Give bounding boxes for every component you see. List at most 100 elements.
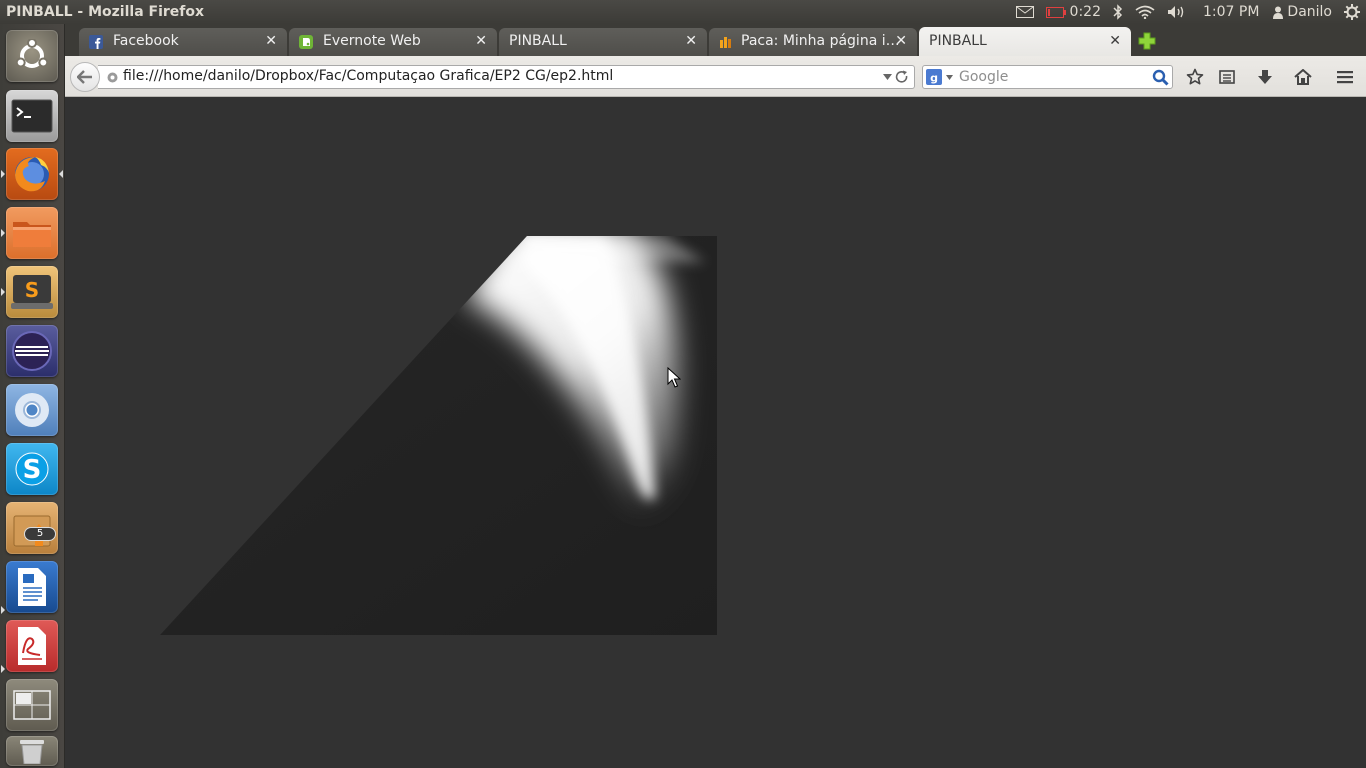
ubuntu-logo-icon: [15, 39, 49, 68]
running-indicator: [1, 170, 5, 178]
page-content: [65, 97, 1366, 768]
url-text[interactable]: file:///home/danilo/Dropbox/Fac/Computaç…: [123, 68, 613, 84]
bookmark-star-button[interactable]: [1183, 66, 1207, 88]
running-indicator: [1, 229, 5, 237]
home-icon: [1294, 69, 1312, 85]
close-icon[interactable]: ✕: [1109, 33, 1121, 49]
launcher-dash-home[interactable]: [6, 30, 58, 82]
launcher-eclipse[interactable]: [6, 325, 58, 377]
launcher-files[interactable]: [6, 207, 58, 259]
network-indicator[interactable]: [1129, 0, 1161, 24]
skype-icon: S: [15, 452, 49, 486]
globe-icon: [107, 72, 118, 83]
bookmarks-menu-button[interactable]: [1215, 66, 1239, 88]
tab-label: Paca: Minha página i…: [741, 33, 900, 49]
search-icon[interactable]: [1152, 69, 1169, 86]
firefox-icon: [15, 157, 49, 192]
tab-label: Facebook: [113, 33, 179, 49]
paca-icon: [720, 37, 731, 48]
chevron-down-icon[interactable]: [883, 74, 892, 80]
bookmarks-list-icon: [1219, 70, 1235, 84]
url-bar[interactable]: file:///home/danilo/Dropbox/Fac/Computaç…: [98, 65, 915, 89]
battery-indicator[interactable]: 0:22: [1040, 0, 1107, 24]
launcher-trash[interactable]: [6, 736, 58, 766]
speaker-icon: [1168, 6, 1184, 18]
launcher-workspace-switcher[interactable]: [6, 679, 58, 731]
tab-pinball-1[interactable]: PINBALL ✕: [499, 28, 707, 56]
session-menu[interactable]: [1338, 0, 1366, 24]
bluetooth-indicator[interactable]: [1107, 0, 1129, 24]
tab-label: PINBALL: [929, 33, 987, 49]
download-arrow-icon: [1258, 70, 1272, 84]
update-count-badge: 5: [24, 527, 56, 541]
close-icon[interactable]: ✕: [895, 33, 907, 49]
folder-icon: [13, 222, 51, 247]
svg-text:S: S: [23, 455, 42, 485]
user-menu[interactable]: Danilo: [1267, 0, 1338, 24]
close-icon[interactable]: ✕: [475, 33, 487, 49]
arrow-left-icon: [77, 70, 92, 84]
tab-paca[interactable]: Paca: Minha página i… ✕: [709, 28, 917, 56]
svg-text:S: S: [25, 278, 39, 302]
workspace-icon: [13, 690, 51, 720]
trash-icon: [20, 740, 44, 764]
launcher-firefox[interactable]: [6, 148, 58, 200]
bluetooth-icon: [1113, 4, 1123, 20]
launcher-sublime-text[interactable]: S: [6, 266, 58, 318]
back-button[interactable]: [70, 62, 100, 92]
launcher-document-viewer[interactable]: [6, 620, 58, 672]
launcher: S S 5: [0, 24, 65, 768]
clock-indicator[interactable]: 1:07 PM: [1193, 0, 1267, 24]
tab-facebook[interactable]: Facebook ✕: [79, 28, 287, 56]
user-icon: [1273, 6, 1284, 19]
new-tab-plus-icon[interactable]: [1138, 32, 1156, 50]
wifi-icon: [1135, 5, 1155, 19]
downloads-button[interactable]: [1253, 66, 1277, 88]
writer-icon: [18, 568, 46, 606]
clock: 1:07 PM: [1203, 4, 1260, 20]
sound-indicator[interactable]: [1161, 0, 1193, 24]
tab-evernote[interactable]: Evernote Web ✕: [289, 28, 497, 56]
star-icon: [1186, 68, 1204, 85]
close-icon[interactable]: ✕: [685, 33, 697, 49]
pdf-viewer-icon: [18, 627, 46, 665]
sublime-text-icon: S: [11, 275, 53, 309]
home-button[interactable]: [1291, 66, 1315, 88]
battery-time: 0:22: [1069, 4, 1101, 20]
tab-label: Evernote Web: [323, 33, 421, 49]
top-panel: PINBALL - Mozilla Firefox 0:22 1:07 PM D…: [0, 0, 1366, 24]
chromium-icon: [15, 393, 49, 427]
running-indicator: [1, 288, 5, 296]
launcher-terminal[interactable]: [6, 90, 58, 142]
search-input[interactable]: [959, 68, 1149, 86]
mail-indicator[interactable]: [1010, 0, 1040, 24]
hamburger-menu-icon: [1337, 71, 1353, 84]
close-icon[interactable]: ✕: [265, 33, 277, 49]
launcher-skype[interactable]: S: [6, 443, 58, 495]
launcher-chromium[interactable]: [6, 384, 58, 436]
mouse-pointer-icon: [667, 367, 681, 388]
terminal-icon: [11, 99, 53, 133]
envelope-icon: [1015, 6, 1034, 18]
chevron-down-icon[interactable]: [946, 75, 953, 80]
evernote-icon: [299, 35, 313, 49]
facebook-icon: [89, 35, 103, 49]
svg-text:g: g: [930, 72, 938, 85]
reload-icon[interactable]: [895, 70, 909, 84]
search-bar[interactable]: g: [922, 65, 1173, 89]
focused-indicator: [59, 170, 63, 178]
tab-label: PINBALL: [509, 33, 567, 49]
window-title: PINBALL - Mozilla Firefox: [6, 4, 205, 20]
pinball-webgl-canvas[interactable]: [65, 97, 1366, 768]
tab-strip: Facebook ✕ Evernote Web ✕ PINBALL ✕ Paca…: [65, 24, 1366, 56]
launcher-libreoffice-writer[interactable]: [6, 561, 58, 613]
google-icon[interactable]: g: [926, 69, 942, 85]
menu-button[interactable]: [1333, 66, 1357, 88]
eclipse-icon: [12, 331, 52, 371]
indicator-area: 0:22 1:07 PM Danilo: [1010, 0, 1366, 24]
gear-icon: [1344, 4, 1360, 20]
tab-pinball-active[interactable]: PINBALL ✕: [919, 27, 1131, 56]
user-name: Danilo: [1287, 4, 1332, 20]
running-indicator: [1, 665, 5, 673]
running-indicator: [1, 606, 5, 614]
